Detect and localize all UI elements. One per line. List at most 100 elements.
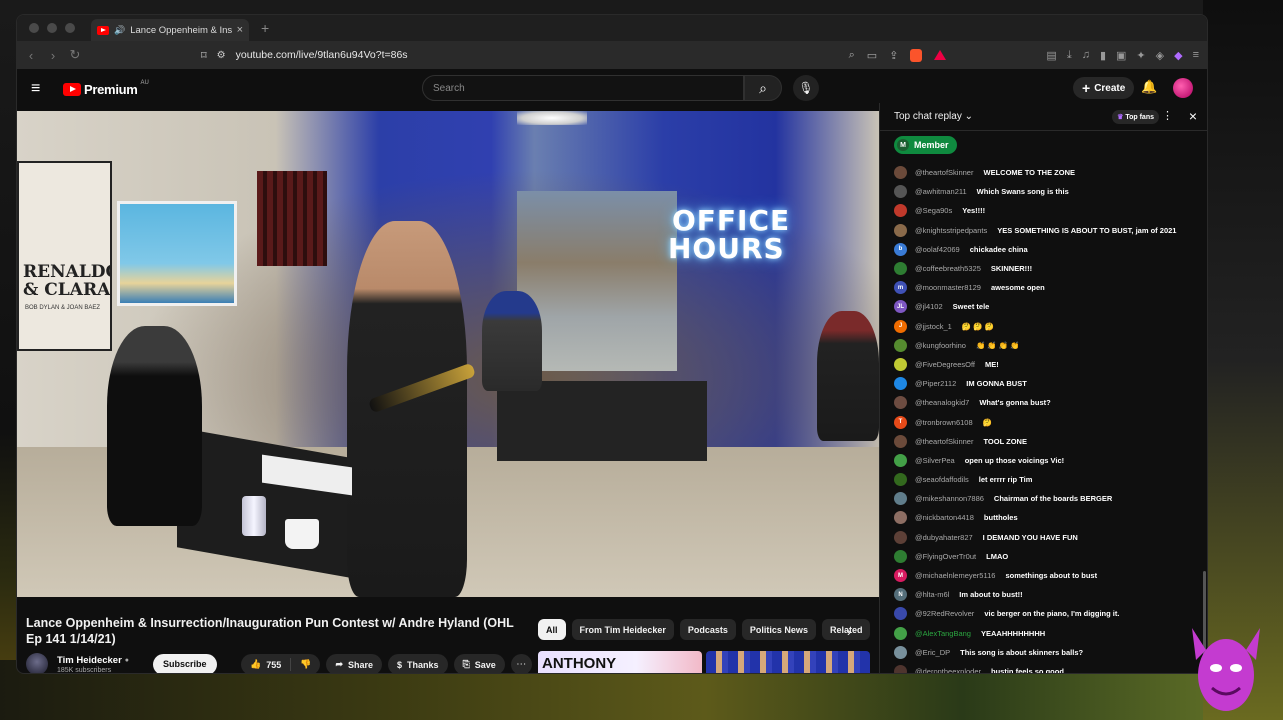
save-button[interactable]: ⎘ Save	[453, 654, 505, 673]
channel-avatar[interactable]	[26, 653, 48, 673]
chat-mode-dropdown[interactable]: Top chat replay ⌄	[894, 111, 973, 122]
subscribe-button[interactable]: Subscribe	[153, 653, 217, 673]
chat-username[interactable]: @jl4102	[915, 302, 943, 311]
like-button[interactable]: 👍 755	[241, 654, 290, 673]
chat-avatar[interactable]	[894, 204, 907, 218]
chat-avatar[interactable]	[894, 453, 907, 467]
chat-avatar[interactable]	[894, 530, 907, 544]
chat-username[interactable]: @oolaf42069	[915, 245, 960, 254]
leo-icon[interactable]: ◆	[1174, 49, 1182, 62]
voice-search-button[interactable]: 🎙	[793, 75, 819, 101]
member-filter-chip[interactable]: M Member	[894, 136, 957, 154]
chat-avatar[interactable]	[894, 338, 907, 352]
chat-avatar[interactable]	[894, 473, 907, 487]
chat-username[interactable]: @nickbarton4418	[915, 513, 974, 522]
chat-avatar[interactable]: T	[894, 415, 907, 429]
hamburger-icon[interactable]: ≡	[31, 80, 49, 98]
chat-username[interactable]: @coffeebreath5325	[915, 264, 981, 273]
search-input[interactable]: Search	[422, 75, 744, 101]
chat-avatar[interactable]	[894, 492, 907, 506]
extensions-icon[interactable]: ✦	[1136, 49, 1145, 62]
chat-username[interactable]: @jjstock_1	[915, 322, 952, 331]
close-icon[interactable]: ×	[1189, 108, 1197, 124]
chip-from-channel[interactable]: From Tim Heidecker	[571, 619, 674, 640]
chat-avatar[interactable]: m	[894, 281, 907, 295]
share-button[interactable]: ➦ Share	[326, 654, 383, 673]
related-thumbnail-2[interactable]	[706, 651, 870, 673]
chat-username[interactable]: @hlta-m6l	[915, 590, 949, 599]
chat-avatar[interactable]	[894, 511, 907, 525]
chat-username[interactable]: @michaelnlemeyer5116	[915, 571, 995, 580]
sidebar-icon[interactable]: ▮	[1100, 49, 1106, 62]
zoom-window-button[interactable]	[65, 23, 75, 33]
chat-username[interactable]: @SilverPea	[915, 456, 955, 465]
chat-avatar[interactable]: J	[894, 319, 907, 333]
chip-all[interactable]: All	[538, 619, 566, 640]
download-icon[interactable]: ⤓	[1067, 49, 1072, 62]
chevron-right-icon[interactable]: ›	[847, 625, 851, 639]
cast-icon[interactable]: ▭	[867, 49, 877, 62]
chat-avatar[interactable]: JL	[894, 300, 907, 314]
reload-icon[interactable]: ↻	[69, 47, 81, 63]
chip-podcasts[interactable]: Podcasts	[679, 619, 736, 640]
vpn-icon[interactable]: ◈	[1156, 49, 1164, 62]
chat-username[interactable]: @moonmaster8129	[915, 283, 981, 292]
zoom-icon[interactable]: ⌕	[849, 49, 855, 62]
chat-avatar[interactable]	[894, 434, 907, 448]
chat-avatar[interactable]	[894, 626, 907, 640]
youtube-logo[interactable]: Premium AU	[63, 80, 149, 97]
channel-name[interactable]: Tim Heidecker	[57, 655, 122, 666]
chat-username[interactable]: @derontheexploder	[915, 667, 981, 673]
wallet-icon[interactable]: ▣	[1116, 49, 1126, 62]
chat-avatar[interactable]: b	[894, 242, 907, 256]
share-page-icon[interactable]: ⇪	[889, 49, 898, 62]
brave-shields-icon[interactable]	[910, 48, 923, 62]
back-icon[interactable]: ‹	[25, 48, 37, 63]
chat-username[interactable]: @dubyahater827	[915, 533, 973, 542]
menu-icon[interactable]: ≡	[1193, 49, 1199, 62]
chat-username[interactable]: @kungfoorhino	[915, 341, 966, 350]
chat-username[interactable]: @theartofSkinner	[915, 168, 973, 177]
chat-username[interactable]: @awhitman211	[915, 187, 967, 196]
bookmark-icon[interactable]: ⌑	[201, 49, 207, 62]
chat-username[interactable]: @Eric_DP	[915, 648, 950, 657]
chat-avatar[interactable]: N	[894, 588, 907, 602]
avatar[interactable]	[1173, 78, 1193, 98]
chat-username[interactable]: @92RedRevolver	[915, 609, 974, 618]
chip-politics-news[interactable]: Politics News	[741, 619, 816, 640]
url-field[interactable]: youtube.com/live/9tlan6u94Vo?t=86s	[236, 49, 408, 61]
chat-avatar[interactable]	[894, 223, 907, 237]
browser-tab[interactable]: 🔊 Lance Oppenheim & Insurre ×	[91, 19, 249, 41]
reader-icon[interactable]: ▤	[1046, 49, 1056, 62]
chat-username[interactable]: @seaofdaffodils	[915, 475, 969, 484]
forward-icon[interactable]: ›	[47, 48, 59, 63]
media-icon[interactable]: ♫	[1082, 49, 1090, 62]
chat-avatar[interactable]	[894, 185, 907, 199]
thanks-button[interactable]: $ Thanks	[388, 654, 448, 673]
bell-icon[interactable]: 🔔	[1141, 79, 1157, 95]
chat-username[interactable]: @mikeshannon7886	[915, 494, 984, 503]
chat-avatar[interactable]	[894, 549, 907, 563]
dislike-button[interactable]: 👎	[291, 654, 320, 673]
minimize-window-button[interactable]	[47, 23, 57, 33]
audio-playing-icon[interactable]: 🔊	[114, 25, 125, 36]
chat-avatar[interactable]	[894, 166, 907, 180]
chat-avatar[interactable]	[894, 377, 907, 391]
more-icon[interactable]: ⋯	[510, 654, 532, 673]
chat-username[interactable]: @theartofSkinner	[915, 437, 973, 446]
chat-avatar[interactable]	[894, 664, 907, 673]
brave-rewards-icon[interactable]	[934, 50, 947, 60]
close-window-button[interactable]	[29, 23, 39, 33]
search-button[interactable]: ⌕	[744, 75, 782, 101]
chat-username[interactable]: @AlexTangBang	[915, 629, 971, 638]
chat-avatar[interactable]	[894, 607, 907, 621]
site-settings-icon[interactable]: ⚙	[217, 50, 226, 61]
chat-username[interactable]: @Piper2112	[915, 379, 956, 388]
chat-avatar[interactable]	[894, 645, 907, 659]
chat-username[interactable]: @FiveDegreesOff	[915, 360, 975, 369]
chat-username[interactable]: @knightsstripedpants	[915, 226, 987, 235]
related-thumbnail-1[interactable]: ANTHONY	[538, 651, 702, 673]
chat-avatar[interactable]	[894, 357, 907, 371]
chat-username[interactable]: @tronbrown6108	[915, 418, 973, 427]
close-tab-icon[interactable]: ×	[237, 24, 243, 36]
